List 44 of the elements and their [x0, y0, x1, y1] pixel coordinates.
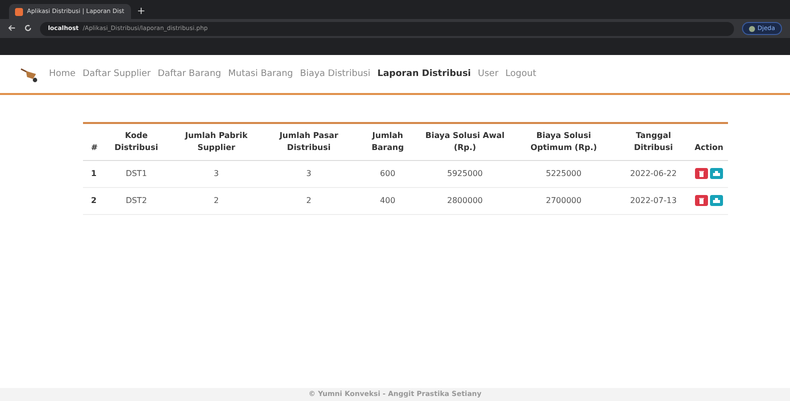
table-cell: DST1 — [102, 160, 171, 188]
nav-link[interactable]: User — [478, 68, 498, 82]
table-cell: 2022-06-22 — [616, 160, 690, 188]
column-header: # — [83, 123, 102, 160]
column-header: Tanggal Ditribusi — [616, 123, 690, 160]
table-cell: 400 — [356, 188, 420, 214]
nav-link[interactable]: Home — [49, 68, 76, 82]
table-cell: 3 — [170, 160, 262, 188]
table-cell: 600 — [356, 160, 420, 188]
column-header: Biaya Solusi Awal (Rp.) — [419, 123, 510, 160]
new-tab-button[interactable]: + — [137, 7, 146, 19]
table-cell: 3 — [262, 160, 356, 188]
column-header: Biaya Solusi Optimum (Rp.) — [510, 123, 617, 160]
table-cell: DST2 — [102, 188, 171, 214]
table-cell: 1 — [83, 160, 102, 188]
nav-link[interactable]: Laporan Distribusi — [377, 68, 471, 82]
column-header: Jumlah Pabrik Supplier — [170, 123, 262, 160]
nav-link[interactable]: Daftar Supplier — [82, 68, 151, 82]
table-cell: 2 — [170, 188, 262, 214]
print-button[interactable] — [710, 168, 723, 180]
column-header: Jumlah Barang — [356, 123, 420, 160]
avatar-icon — [748, 26, 755, 32]
delete-button[interactable] — [694, 195, 708, 206]
trash-icon — [698, 170, 704, 177]
nav-link[interactable]: Biaya Distribusi — [300, 68, 370, 82]
table-cell: 2022-07-13 — [616, 188, 690, 214]
table-cell: 2 — [83, 188, 102, 214]
table-cell: 2700000 — [510, 188, 617, 214]
printer-icon — [712, 170, 720, 177]
table-cell: 5925000 — [419, 160, 510, 188]
delete-button[interactable] — [694, 168, 708, 180]
nav-link[interactable]: Daftar Barang — [158, 68, 222, 82]
column-header: Jumlah Pasar Distribusi — [262, 123, 356, 160]
trash-icon — [698, 198, 704, 204]
table-cell: 2 — [262, 188, 356, 214]
print-button[interactable] — [710, 195, 723, 206]
column-header: Action — [690, 123, 728, 160]
nav-link[interactable]: Mutasi Barang — [228, 68, 294, 82]
printer-icon — [712, 198, 720, 204]
favicon-icon — [15, 8, 23, 16]
nav-link[interactable]: Logout — [505, 68, 536, 82]
table-cell: 5225000 — [510, 160, 617, 188]
column-header: Kode Distribusi — [102, 123, 171, 160]
table-cell: 2800000 — [419, 188, 510, 214]
